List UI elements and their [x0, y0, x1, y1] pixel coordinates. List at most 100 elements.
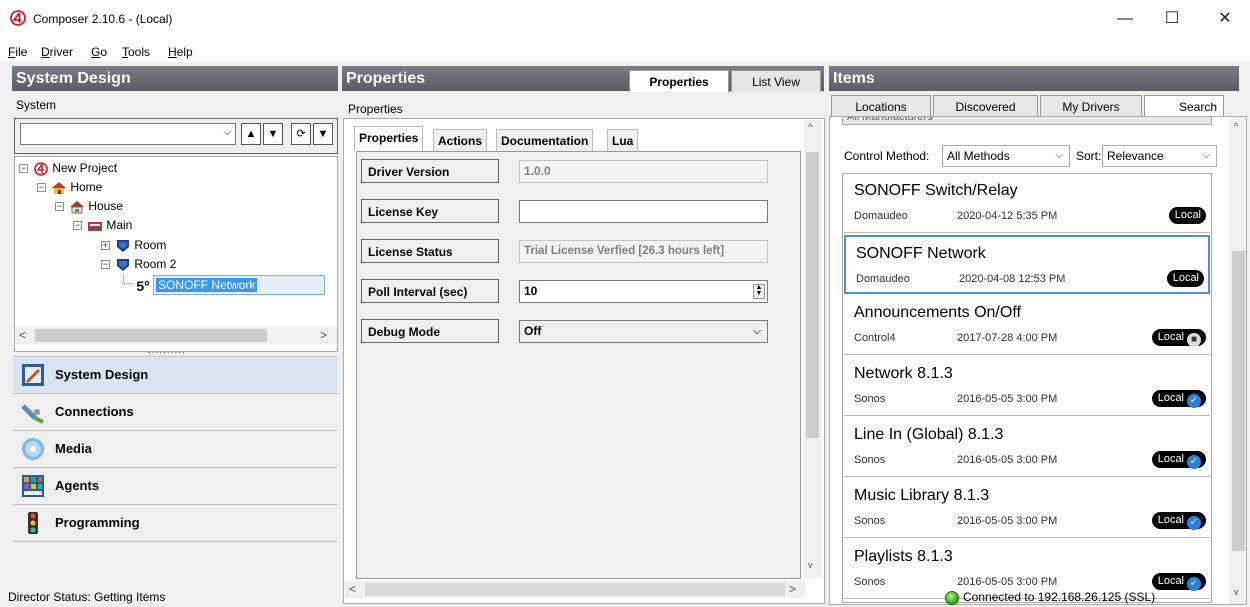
debug-mode-select[interactable]: Off ⌵ — [519, 320, 768, 343]
collapse-icon[interactable]: − — [101, 260, 110, 270]
local-badge: Local ✓ — [1151, 573, 1206, 591]
collapse-icon[interactable]: − — [19, 164, 28, 174]
tree-node-sonoff-network[interactable]: 5° SONOFF Network — [123, 275, 326, 295]
items-pane: All Manufacturers Control Method: All Me… — [829, 116, 1247, 605]
filter-icon[interactable]: ▼ — [313, 123, 333, 145]
driver-list-item[interactable]: SONOFF Network Domaudeo 2020-04-08 12:53 P… — [844, 235, 1210, 294]
driver-list-item[interactable]: Line In (Global) 8.1.3 Sonos 2016-05-05 3:… — [844, 418, 1210, 477]
driver-date: 2016-05-05 3:00 PM — [957, 454, 1058, 466]
driver-date: 2017-07-28 4:00 PM — [957, 332, 1058, 344]
nav-programming[interactable]: Programming — [13, 504, 338, 541]
floor-icon — [88, 221, 103, 231]
vertical-scrollbar[interactable]: ^ v — [804, 120, 821, 578]
connection-status-icon — [945, 591, 959, 605]
move-up-button[interactable]: ▲ — [241, 123, 261, 145]
nav-system-design[interactable]: System Design — [13, 356, 338, 393]
filter-row: Control Method: All Methods ⌵ Sort: Rele… — [844, 145, 1224, 167]
tab-list-view[interactable]: List View — [731, 70, 821, 92]
driver-list-item[interactable]: Music Library 8.1.3 Sonos 2016-05-05 3:00 … — [844, 479, 1210, 538]
tree-node-home[interactable]: − Home — [37, 178, 102, 196]
menu-driver[interactable]: Driver — [41, 45, 73, 59]
scroll-up-icon[interactable]: ^ — [1234, 121, 1238, 131]
tree-node-room[interactable]: + Room — [101, 236, 166, 254]
tab-lua[interactable]: Lua — [607, 129, 639, 151]
manufacturer-select[interactable]: All Manufacturers — [842, 117, 1212, 125]
tab-properties-view[interactable]: Properties — [629, 70, 729, 92]
badge-label: Local — [1174, 209, 1201, 221]
collapse-icon[interactable]: − — [73, 221, 82, 231]
tree-label: Home — [70, 180, 103, 194]
refresh-icon[interactable]: ⟳ — [291, 123, 311, 145]
driver-vendor: Sonos — [854, 515, 886, 527]
tree-node-room-2[interactable]: − Room 2 — [101, 255, 176, 273]
scroll-left-icon[interactable]: < — [349, 582, 356, 596]
selected-node-editor[interactable]: SONOFF Network — [153, 275, 326, 295]
horizontal-scrollbar[interactable]: < > — [345, 581, 805, 598]
scroll-down-icon[interactable]: v — [1234, 587, 1239, 597]
menu-bar: File Driver Go Tools Help — [0, 42, 1250, 62]
driver-list-item[interactable]: SONOFF Switch/Relay Domaudeo 2020-04-12 5:… — [844, 174, 1210, 233]
window-title: Composer 2.10.6 - (Local) — [33, 12, 173, 26]
system-search-combo[interactable]: ⌵ — [20, 123, 236, 145]
local-badge: Local ✓ — [1151, 512, 1206, 530]
move-down-button[interactable]: ▼ — [263, 123, 283, 145]
scroll-thumb[interactable] — [806, 152, 819, 438]
poll-interval-stepper[interactable]: 10 ▲ ▼ — [519, 280, 768, 303]
nav-connections[interactable]: Connections — [13, 393, 338, 430]
certified-check-icon: ✓ — [1187, 516, 1201, 530]
sonoff-driver-icon: 5° — [136, 277, 150, 294]
tree-node-house[interactable]: − House — [55, 197, 123, 215]
license-key-field[interactable] — [519, 200, 768, 223]
vertical-scrollbar[interactable]: ^ v — [1230, 117, 1246, 604]
certified-check-icon: ✓ — [1187, 577, 1201, 591]
certified-check-icon: ✓ — [1187, 394, 1201, 408]
minimize-button[interactable]: — — [1105, 4, 1145, 34]
tab-locations[interactable]: Locations — [831, 95, 931, 117]
spin-updown-icon[interactable]: ▲ ▼ — [753, 284, 765, 299]
nav-empty-slot — [13, 541, 338, 573]
scroll-thumb[interactable] — [35, 329, 267, 342]
tab-my-drivers[interactable]: My Drivers — [1040, 95, 1142, 117]
tab-properties[interactable]: Properties — [354, 126, 424, 151]
driver-name: Playlists 8.1.3 — [854, 548, 953, 565]
driver-list-item[interactable]: Network 8.1.3 Sonos 2016-05-05 3:00 PM Loca… — [844, 357, 1210, 416]
tab-actions[interactable]: Actions — [433, 129, 488, 151]
properties-sub-label: Properties — [348, 102, 403, 116]
chevron-down-icon: ⌵ — [223, 127, 231, 138]
sort-select[interactable]: Relevance ⌵ — [1102, 145, 1217, 167]
control4-logo-icon — [10, 10, 26, 26]
nav-agents[interactable]: Agents — [13, 467, 338, 504]
close-button[interactable]: ✕ — [1205, 4, 1245, 34]
collapse-icon[interactable]: − — [37, 183, 46, 193]
control-method-select[interactable]: All Methods ⌵ — [942, 145, 1070, 167]
maximize-button[interactable]: ☐ — [1152, 4, 1192, 34]
expand-icon[interactable]: + — [101, 241, 110, 251]
panel-splitter[interactable]: .......... — [148, 345, 186, 356]
scroll-right-icon[interactable]: > — [320, 328, 327, 342]
driver-list-item[interactable]: Announcements On/Off Control4 2017-07-28 4… — [844, 296, 1210, 355]
driver-vendor: Sonos — [854, 454, 886, 466]
tree-node-main[interactable]: − Main — [73, 216, 132, 234]
tab-discovered[interactable]: Discovered — [933, 95, 1038, 117]
tab-search[interactable]: Search — [1144, 95, 1224, 117]
horizontal-scrollbar[interactable]: < > — [15, 327, 337, 344]
scroll-left-icon[interactable]: < — [19, 328, 26, 342]
menu-tools[interactable]: Tools — [122, 45, 150, 59]
badge-label: Local — [1157, 575, 1184, 587]
properties-form: Driver Version 1.0.0 License Key License… — [356, 151, 801, 579]
tree-node-new-project[interactable]: − New Project — [19, 159, 117, 177]
menu-go[interactable]: Go — [91, 45, 107, 59]
chevron-down-icon: ⌵ — [1055, 150, 1063, 161]
collapse-icon[interactable]: − — [55, 202, 64, 212]
lock-icon: ■ — [1187, 333, 1201, 347]
menu-file[interactable]: File — [8, 45, 27, 59]
nav-media[interactable]: Media — [13, 430, 338, 467]
scroll-down-icon[interactable]: v — [808, 560, 813, 570]
scroll-right-icon[interactable]: > — [789, 582, 796, 596]
scroll-thumb[interactable] — [365, 583, 785, 596]
agents-icon — [22, 475, 44, 497]
scroll-thumb[interactable] — [1232, 251, 1245, 551]
menu-help[interactable]: Help — [168, 45, 193, 59]
tab-documentation[interactable]: Documentation — [496, 129, 594, 151]
scroll-up-icon[interactable]: ^ — [808, 122, 812, 132]
